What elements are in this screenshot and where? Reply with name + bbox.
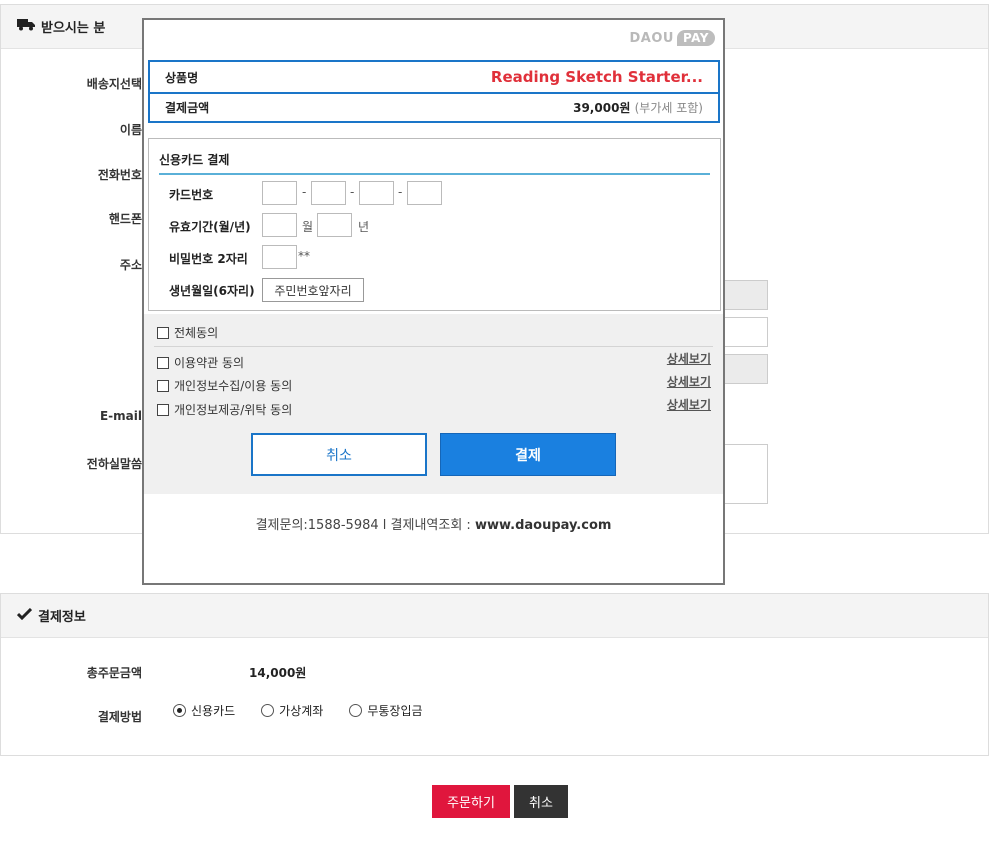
- order-button[interactable]: 주문하기: [432, 785, 510, 818]
- card-number-input-2[interactable]: [311, 181, 346, 205]
- agree-all-checkbox[interactable]: 전체동의: [157, 324, 218, 341]
- daoupay-logo: DAOU PAY: [630, 30, 715, 46]
- radio-icon[interactable]: [349, 704, 363, 717]
- checkbox-icon[interactable]: [157, 356, 169, 369]
- label-address: 주소: [119, 258, 142, 272]
- label-address-select: 배송지선택: [86, 77, 142, 91]
- card-number-input-4[interactable]: [407, 181, 442, 205]
- address-detail-input[interactable]: [721, 317, 768, 347]
- product-row: 상품명 Reading Sketch Starter...: [148, 60, 720, 94]
- dash: -: [398, 185, 403, 199]
- popup-pay-button[interactable]: 결제: [440, 433, 616, 476]
- method-radios: 신용카드 가상계좌 무통장입금: [173, 702, 449, 719]
- card-form-title: 신용카드 결제: [159, 153, 230, 167]
- page-cancel-button[interactable]: 취소: [514, 785, 568, 818]
- amount-value: 39,000원: [573, 101, 631, 115]
- radio-icon[interactable]: [261, 704, 275, 717]
- radio-virtual-account[interactable]: 가상계좌: [261, 702, 323, 719]
- footer-contact: 결제문의:1588-5984 l 결제내역조회 :: [255, 518, 475, 533]
- address-zip-input[interactable]: [721, 280, 768, 310]
- payment-header: 결제정보: [1, 594, 988, 638]
- message-textarea[interactable]: [721, 444, 768, 504]
- birth-label: 생년월일(6자리): [169, 284, 255, 298]
- agreement-divider: [154, 346, 713, 347]
- label-total: 총주문금액: [86, 666, 142, 680]
- expiry-label: 유효기간(월/년): [169, 220, 251, 234]
- password-suffix: **: [298, 249, 310, 263]
- payment-section: 결제정보 총주문금액 14,000원 결제방법 신용카드 가상계좌 무통장입금: [0, 593, 989, 756]
- checkbox-icon[interactable]: [157, 379, 169, 392]
- agree-privacy-collect-checkbox[interactable]: 개인정보수집/이용 동의: [157, 377, 292, 394]
- agreement-area: 전체동의 이용약관 동의 상세보기 개인정보수집/이용 동의 상세보기 개인정보…: [144, 314, 723, 494]
- amount-row: 결제금액 39,000원 (부가세 포함): [148, 92, 720, 123]
- terms-detail-link[interactable]: 상세보기: [667, 350, 711, 367]
- expiry-year-input[interactable]: [317, 213, 352, 237]
- payment-popup: DAOU PAY 상품명 Reading Sketch Starter... 결제…: [142, 18, 725, 585]
- total-value: 14,000원: [249, 666, 307, 680]
- footer-site[interactable]: www.daoupay.com: [475, 518, 611, 533]
- popup-footer: 결제문의:1588-5984 l 결제내역조회 : www.daoupay.co…: [144, 514, 723, 533]
- password-label: 비밀번호 2자리: [169, 252, 248, 266]
- expiry-month-unit: 월: [302, 220, 314, 234]
- dash: -: [302, 185, 307, 199]
- radio-bank-transfer[interactable]: 무통장입금: [349, 702, 423, 719]
- radio-credit-card[interactable]: 신용카드: [173, 702, 235, 719]
- card-number-input-1[interactable]: [262, 181, 297, 205]
- amount-wrap: 39,000원 (부가세 포함): [573, 99, 703, 116]
- label-name: 이름: [119, 123, 142, 137]
- label-phone: 전화번호: [97, 168, 142, 182]
- recipient-title: 받으시는 분: [41, 21, 106, 36]
- truck-icon: [17, 18, 35, 35]
- checkmark-icon: [16, 607, 33, 624]
- product-label: 상품명: [165, 70, 199, 85]
- agree-terms-checkbox[interactable]: 이용약관 동의: [157, 354, 244, 371]
- label-email: E-mail: [99, 409, 142, 423]
- dash: -: [350, 185, 355, 199]
- payment-title: 결제정보: [38, 610, 86, 625]
- amount-note: (부가세 포함): [634, 101, 703, 115]
- popup-cancel-button[interactable]: 취소: [251, 433, 427, 476]
- radio-selected-icon[interactable]: [173, 704, 186, 717]
- label-message: 전하실말씀: [86, 457, 142, 471]
- checkbox-icon[interactable]: [157, 326, 169, 339]
- agree-privacy-provide-checkbox[interactable]: 개인정보제공/위탁 동의: [157, 401, 292, 418]
- address-extra-input[interactable]: [721, 354, 768, 384]
- card-number-input-3[interactable]: [359, 181, 394, 205]
- expiry-year-unit: 년: [358, 220, 370, 234]
- privacy-collect-detail-link[interactable]: 상세보기: [667, 373, 711, 390]
- expiry-month-input[interactable]: [262, 213, 297, 237]
- checkbox-icon[interactable]: [157, 403, 169, 416]
- amount-label: 결제금액: [165, 101, 210, 115]
- product-name: Reading Sketch Starter...: [490, 68, 703, 86]
- password-input[interactable]: [262, 245, 297, 269]
- birth-input-button[interactable]: 주민번호앞자리: [262, 278, 364, 302]
- card-number-label: 카드번호: [169, 188, 214, 202]
- credit-card-form: 신용카드 결제 카드번호 - - - 유효기간(월/년) 월 년 비밀번호 2자…: [148, 138, 721, 311]
- label-mobile: 핸드폰: [108, 212, 142, 226]
- privacy-provide-detail-link[interactable]: 상세보기: [667, 396, 711, 413]
- card-form-divider: [159, 173, 710, 175]
- label-method: 결제방법: [97, 710, 142, 724]
